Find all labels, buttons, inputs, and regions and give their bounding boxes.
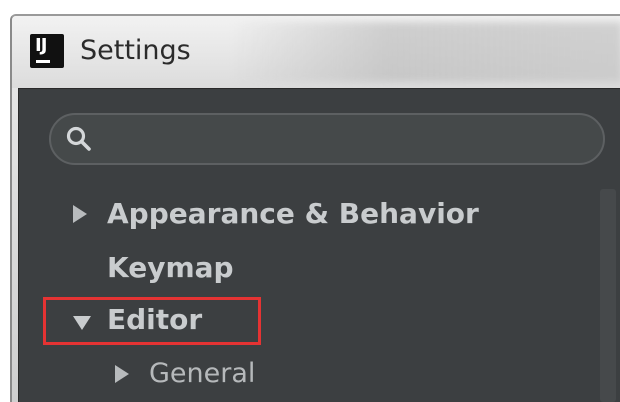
window-title: Settings [80, 35, 191, 66]
settings-panel: Appearance & Behavior Keymap Editor Gene… [18, 88, 620, 402]
expand-arrow-icon[interactable] [115, 365, 129, 383]
tree-item-label: Appearance & Behavior [107, 197, 479, 230]
search-icon [66, 126, 91, 151]
tree-item-label: Keymap [107, 251, 234, 284]
app-icon-text: IJ [35, 35, 47, 56]
tree-scrollbar[interactable] [600, 189, 616, 402]
editor-highlight-box [43, 297, 261, 345]
title-bar-blur [232, 22, 620, 82]
intellij-idea-icon: IJ [30, 34, 64, 68]
expand-arrow-icon[interactable] [73, 205, 87, 223]
search-input[interactable] [49, 113, 605, 165]
tree-item-label: General [149, 358, 256, 389]
settings-window: IJ Settings Appearance & Behavior Keymap… [10, 14, 620, 402]
title-bar[interactable]: IJ Settings [12, 16, 620, 88]
